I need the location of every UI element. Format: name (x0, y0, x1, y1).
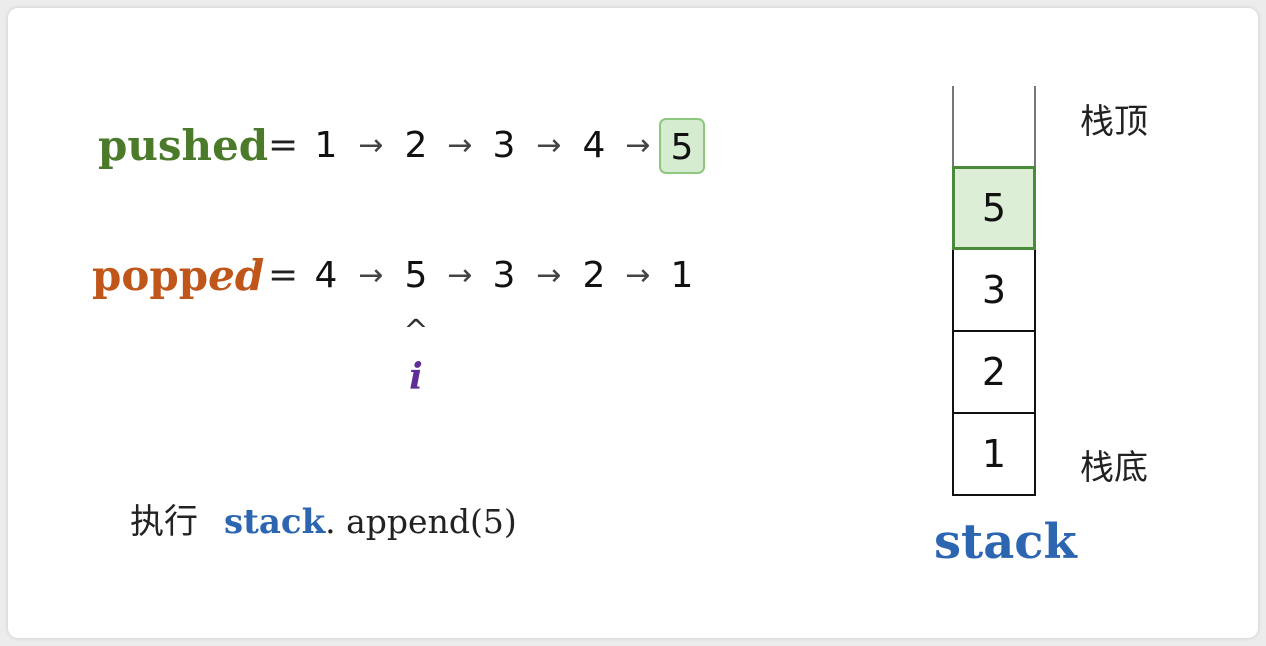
popped-sequence: popped = 4 → 5 → 3 → 2 → 1 (0, 244, 800, 308)
stack-cell-new: 5 (952, 166, 1036, 250)
pushed-arrow-icon: → (625, 128, 651, 163)
pushed-value: 2 (404, 125, 428, 166)
action-caption: 执行 stack. append(5) (130, 498, 517, 546)
stack-cell: 1 (952, 412, 1036, 496)
pushed-arrow-icon: → (536, 128, 562, 163)
pushed-arrow-icon: → (358, 128, 384, 163)
pointer-caret-icon: ^ (403, 314, 429, 349)
stack-bottom-label: 栈底 (1080, 448, 1148, 488)
popped-arrow-icon: → (358, 258, 384, 293)
popped-equals: = (268, 255, 299, 296)
popped-arrow-icon: → (447, 258, 473, 293)
pushed-equals: = (268, 125, 299, 166)
stack-title: stack (934, 514, 1077, 570)
stack-top-label: 栈顶 (1080, 102, 1148, 142)
pushed-label: pushed (98, 121, 269, 170)
action-object: stack (224, 502, 326, 542)
action-call: . append(5) (325, 502, 517, 541)
stack-open-top (952, 86, 1036, 168)
pointer-label: i (409, 356, 423, 398)
popped-value: 3 (492, 255, 516, 296)
stack-cell: 3 (952, 248, 1036, 332)
pushed-sequence: pushed = 1 → 2 → 3 → 4 → 5 (0, 114, 800, 178)
pushed-value: 1 (314, 125, 338, 166)
pushed-arrow-icon: → (447, 128, 473, 163)
action-prefix: 执行 (130, 502, 198, 542)
pushed-value-highlighted: 5 (659, 118, 705, 174)
popped-value: 4 (314, 255, 338, 296)
popped-value: 5 (404, 255, 428, 296)
popped-arrow-icon: → (536, 258, 562, 293)
popped-arrow-icon: → (625, 258, 651, 293)
pushed-value: 3 (492, 125, 516, 166)
popped-value: 1 (670, 255, 694, 296)
popped-label: popped (92, 251, 265, 300)
pushed-value: 4 (582, 125, 606, 166)
popped-value: 2 (582, 255, 606, 296)
stack-cell: 2 (952, 330, 1036, 414)
